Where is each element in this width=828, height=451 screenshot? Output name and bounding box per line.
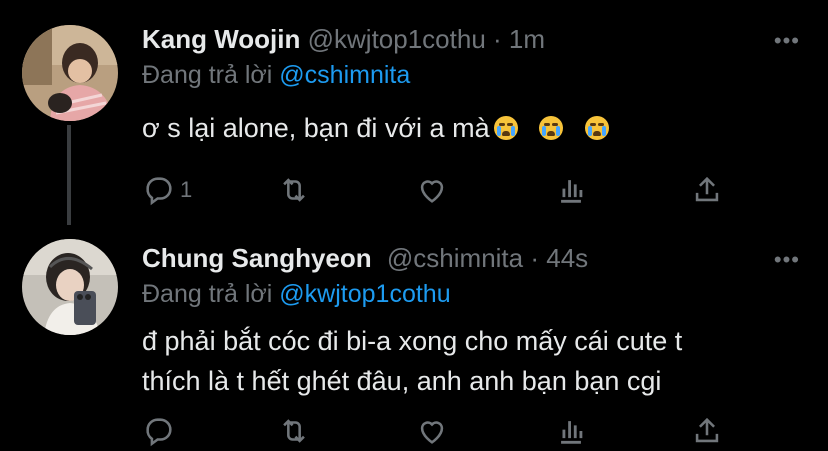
like-button[interactable] bbox=[415, 170, 449, 210]
separator: · bbox=[493, 24, 502, 54]
tweet-text: ơ s lại alone, bạn đi với a mà bbox=[142, 108, 802, 148]
reply-button[interactable]: 1 bbox=[142, 170, 192, 210]
user-handle[interactable]: @cshimnita bbox=[387, 243, 523, 273]
analytics-icon bbox=[561, 180, 583, 203]
retweet-button[interactable] bbox=[277, 411, 311, 451]
heart-icon bbox=[420, 421, 444, 444]
share-icon bbox=[695, 176, 719, 202]
more-options-button[interactable]: ••• bbox=[774, 28, 800, 54]
share-button[interactable] bbox=[690, 411, 724, 451]
tweet-2[interactable]: Chung Sanghyeon @cshimnita · 44s ••• Đan… bbox=[0, 225, 828, 450]
loudly-crying-face-icon bbox=[493, 116, 518, 140]
user-handle[interactable]: @kwjtop1cothu bbox=[308, 24, 486, 54]
analytics-button[interactable] bbox=[554, 170, 588, 210]
timestamp[interactable]: 44s bbox=[546, 243, 588, 273]
reply-prefix: Đang trả lời bbox=[142, 280, 273, 308]
tweet-text: đ phải bắt cóc đi bi-a xong cho mấy cái … bbox=[142, 321, 802, 401]
reply-icon bbox=[146, 177, 172, 206]
analytics-icon bbox=[561, 421, 583, 444]
loudly-crying-face-icon bbox=[584, 116, 609, 140]
share-icon bbox=[695, 417, 719, 443]
reply-mention[interactable]: @cshimnita bbox=[279, 61, 410, 89]
heart-icon bbox=[420, 180, 444, 203]
reply-icon bbox=[146, 418, 172, 447]
tweet-text-content: ơ s lại alone, bạn đi với a mà bbox=[142, 113, 490, 143]
display-name[interactable]: Chung Sanghyeon bbox=[142, 243, 372, 273]
tweet-text-line-1: đ phải bắt cóc đi bi-a xong cho mấy cái … bbox=[142, 326, 683, 356]
retweet-button[interactable] bbox=[277, 170, 311, 210]
timestamp[interactable]: 1m bbox=[509, 24, 545, 54]
reply-mention[interactable]: @kwjtop1cothu bbox=[279, 280, 450, 308]
analytics-button[interactable] bbox=[554, 411, 588, 451]
separator: · bbox=[530, 243, 540, 273]
tweet-text-line-2: thích là t hết ghét đâu, anh anh bạn bạn… bbox=[142, 366, 662, 396]
tweet-header: Chung Sanghyeon @cshimnita · 44s bbox=[142, 243, 588, 274]
more-options-button[interactable]: ••• bbox=[774, 247, 800, 273]
retweet-icon bbox=[283, 419, 305, 443]
tweet-1[interactable]: Kang Woojin @kwjtop1cothu · 1m ••• Đang … bbox=[0, 0, 828, 225]
tweet-actions: 1 bbox=[142, 170, 732, 210]
loudly-crying-face-icon bbox=[539, 116, 564, 140]
replying-to: Đang trả lời @kwjtop1cothu bbox=[142, 280, 451, 309]
retweet-icon bbox=[283, 178, 305, 202]
thread-connector bbox=[67, 125, 71, 225]
reply-count: 1 bbox=[180, 177, 193, 202]
replying-to: Đang trả lời @cshimnita bbox=[142, 61, 410, 90]
reply-prefix: Đang trả lời bbox=[142, 61, 273, 89]
reply-button[interactable] bbox=[142, 411, 180, 451]
avatar[interactable] bbox=[22, 239, 118, 335]
tweet-actions bbox=[142, 411, 732, 451]
avatar[interactable] bbox=[22, 25, 118, 121]
display-name[interactable]: Kang Woojin bbox=[142, 24, 300, 54]
like-button[interactable] bbox=[415, 411, 449, 451]
tweet-header: Kang Woojin @kwjtop1cothu · 1m bbox=[142, 24, 545, 55]
share-button[interactable] bbox=[690, 170, 724, 210]
